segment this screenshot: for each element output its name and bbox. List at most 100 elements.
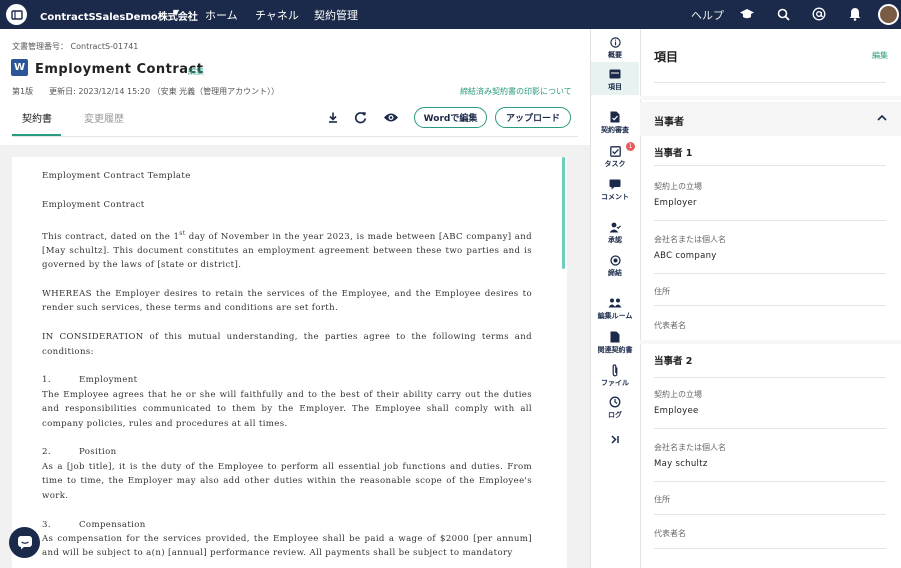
preview-eye-icon[interactable] <box>382 108 400 126</box>
refresh-icon[interactable] <box>351 108 369 126</box>
app-logo-icon[interactable] <box>6 4 27 25</box>
party1-name-value: ABC company <box>654 251 717 261</box>
top-navigation-bar: ContractSSalesDemo株式会社 ▼ ホーム チャネル 契約管理 ヘ… <box>0 0 901 29</box>
rail-item-edit-room[interactable]: 編集ルーム <box>591 296 639 321</box>
section-employment-heading: 1. Employment <box>42 373 532 387</box>
rail-item-comments[interactable]: コメント <box>591 177 639 202</box>
word-file-icon: W <box>11 59 28 76</box>
rail-collapse-button[interactable] <box>591 432 639 446</box>
rail-item-files[interactable]: ファイル <box>591 363 639 388</box>
rail-item-approval[interactable]: 承認 <box>591 220 639 245</box>
user-avatar[interactable] <box>878 4 899 25</box>
divider <box>640 96 901 100</box>
rail-item-related-contracts[interactable]: 関連契約書 <box>591 330 639 355</box>
divider <box>654 481 886 482</box>
tab-contract[interactable]: 契約書 <box>22 110 52 125</box>
company-dropdown-icon[interactable]: ▼ <box>173 8 179 17</box>
section-heading: Position <box>79 447 117 458</box>
consideration-paragraph: IN CONSIDERATION of this mutual understa… <box>42 332 532 357</box>
section-position-heading: 2. Position <box>42 445 532 459</box>
section-position-body: As a [job title], it is the duty of the … <box>42 461 532 501</box>
graduation-cap-icon[interactable] <box>738 5 756 23</box>
tab-change-history[interactable]: 変更履歴 <box>84 110 124 125</box>
approval-icon <box>609 220 621 234</box>
nav-contract-management[interactable]: 契約管理 <box>314 7 358 23</box>
section-employment-body: The Employee agrees that he or she will … <box>42 389 532 429</box>
divider <box>654 220 886 221</box>
edit-in-word-button[interactable]: Wordで編集 <box>414 107 487 128</box>
download-icon[interactable] <box>324 108 342 126</box>
party1-role-value: Employer <box>654 198 697 208</box>
contract-title: Employment Contract <box>42 199 145 210</box>
rail-item-log[interactable]: ログ <box>591 395 639 420</box>
divider <box>654 548 886 549</box>
collapse-icon <box>610 432 620 446</box>
divider <box>654 305 886 306</box>
party2-name-label: 会社名または個人名 <box>654 443 726 452</box>
task-icon <box>609 144 621 158</box>
chat-support-button[interactable] <box>9 527 40 558</box>
party2-role-value: Employee <box>654 406 699 416</box>
people-icon <box>608 296 622 310</box>
rail-item-review[interactable]: 契約審査 <box>591 110 639 135</box>
rail-item-overview[interactable]: 概要 <box>591 35 639 60</box>
seal-print-info-link[interactable]: 締結済み契約書の印影について <box>460 86 572 97</box>
review-icon <box>610 110 620 124</box>
contract-body: Employment Contract Template Employment … <box>42 169 532 568</box>
rail-item-label: 関連契約書 <box>597 346 633 354</box>
document-number: 文書管理番号： ContractS-01741 <box>12 42 139 51</box>
rail-item-label: 編集ルーム <box>597 312 633 320</box>
divider <box>654 428 886 429</box>
party1-rep-label: 代表者名 <box>654 321 686 330</box>
divider <box>640 340 901 344</box>
info-icon <box>609 35 621 49</box>
document-scrollbar[interactable] <box>562 157 565 269</box>
chevron-up-icon[interactable] <box>877 114 887 124</box>
party1-name-label: 会社名または個人名 <box>654 235 726 244</box>
divider <box>654 514 886 515</box>
rail-item-label: コメント <box>601 193 629 201</box>
seal-icon <box>609 253 621 267</box>
document-title: Employment Contract <box>35 62 204 77</box>
comment-icon <box>609 177 621 191</box>
at-icon[interactable] <box>810 5 828 23</box>
party1-address-label: 住所 <box>654 287 670 296</box>
rail-item-label: 項目 <box>608 83 622 91</box>
rail-item-label: 承認 <box>608 236 622 244</box>
section-number: 2. <box>42 447 51 458</box>
contract-intro-paragraph: This contract, dated on the 1st day of N… <box>42 227 532 273</box>
divider <box>654 82 886 83</box>
task-count-badge: 1 <box>626 142 635 151</box>
help-link[interactable]: ヘルプ <box>691 7 724 23</box>
party2-heading: 当事者 2 <box>654 356 693 367</box>
section-number: 3. <box>42 519 51 530</box>
party2-name-value: May schultz <box>654 459 708 469</box>
party1-role-label: 契約上の立場 <box>654 182 702 191</box>
history-icon <box>609 395 621 409</box>
panel-edit-link[interactable]: 編集 <box>872 50 888 61</box>
upload-button[interactable]: アップロード <box>495 107 571 128</box>
section-number: 1. <box>42 375 51 386</box>
party2-address-label: 住所 <box>654 495 670 504</box>
bell-icon[interactable] <box>846 5 864 23</box>
divider <box>654 165 886 166</box>
panel-title: 項目 <box>654 50 679 64</box>
paperclip-icon <box>611 363 619 377</box>
title-edit-link[interactable]: 編集 <box>188 66 204 77</box>
nav-channel[interactable]: チャネル <box>255 7 299 23</box>
rail-item-label: 締結 <box>608 269 622 277</box>
party2-role-label: 契約上の立場 <box>654 390 702 399</box>
document-page[interactable]: Employment Contract Template Employment … <box>12 157 567 568</box>
section-heading: Employment <box>79 375 138 386</box>
version-info: 第1版 更新日: 2023/12/14 15:20 （安東 光義（管理用アカウン… <box>12 87 280 96</box>
rail-item-label: 契約審査 <box>601 126 629 134</box>
section-compensation-body: As compensation for the services provide… <box>42 533 532 559</box>
rail-item-fields[interactable]: 項目 <box>591 67 639 92</box>
rail-item-execution[interactable]: 締結 <box>591 253 639 278</box>
search-icon[interactable] <box>774 5 792 23</box>
parties-section-title: 当事者 <box>654 117 684 128</box>
rail-item-label: 概要 <box>608 51 622 59</box>
whereas-paragraph: WHEREAS the Employer desires to retain t… <box>42 289 532 314</box>
rail-item-label: タスク <box>604 160 626 168</box>
nav-home[interactable]: ホーム <box>205 7 238 23</box>
